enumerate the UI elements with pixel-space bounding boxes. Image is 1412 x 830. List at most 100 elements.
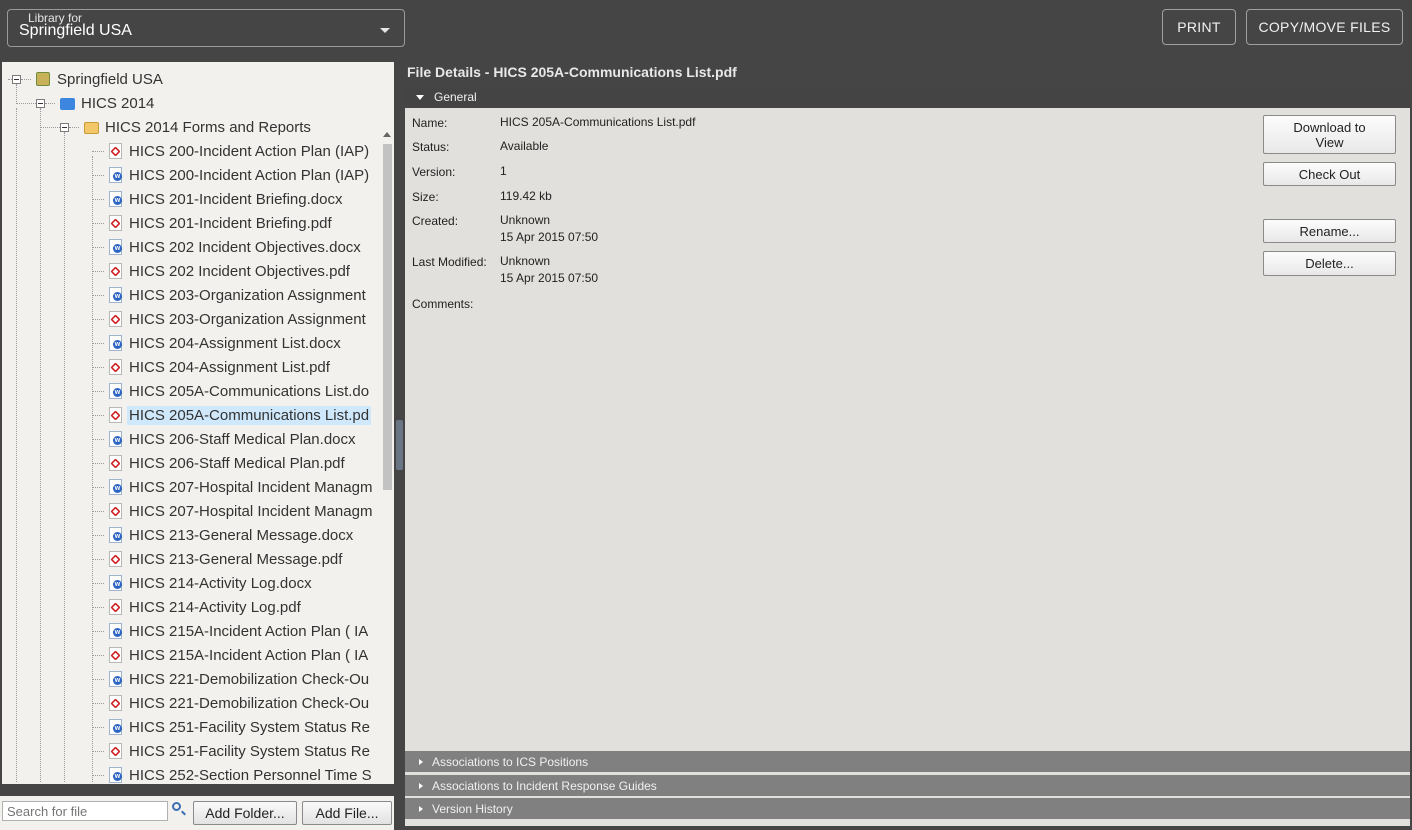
tree-connector [92,319,104,320]
tree-connector [92,367,104,368]
tree-file-item[interactable]: HICS 213-General Message.pdf [127,548,344,570]
rename-button[interactable]: Rename... [1263,219,1396,243]
tree-file-item[interactable]: HICS 202 Incident Objectives.docx [127,236,363,258]
status-value: Available [500,139,549,153]
tree-connector [92,679,104,680]
tree-file-item[interactable]: HICS 251-Facility System Status Re [127,716,372,738]
file-tree: Springfield USA HICS 2014 HICS 2014 Form… [2,62,394,784]
tree-file-item[interactable]: HICS 200-Incident Action Plan (IAP) [127,140,371,162]
tree-file-item[interactable]: HICS 252-Section Personnel Time S [127,764,374,784]
tree-file-label: HICS 206-Staff Medical Plan.docx [129,430,356,448]
tree-file-item[interactable]: HICS 203-Organization Assignment [127,308,368,330]
pdf-file-icon [109,455,122,471]
section-version-history-header[interactable]: Version History [405,798,1410,819]
tree-file-item[interactable]: HICS 206-Staff Medical Plan.pdf [127,452,347,474]
scrollbar-thumb[interactable] [383,144,392,490]
tree-file-label: HICS 205A-Communications List.do [129,382,370,400]
version-value: 1 [500,164,507,178]
tree-connector [45,103,55,104]
panel-splitter[interactable] [396,420,403,470]
tree-file-item[interactable]: HICS 207-Hospital Incident Managm [127,476,374,498]
tree-file-item[interactable]: HICS 202 Incident Objectives.pdf [127,260,352,282]
section-response-guides-label: Associations to Incident Response Guides [432,778,657,793]
tree-connector [69,127,79,128]
status-label: Status: [412,140,450,154]
tree-connector [92,295,104,296]
tree-connector [92,631,104,632]
tree-file-item[interactable]: HICS 205A-Communications List.do [127,380,371,402]
tree-file-label: HICS 204-Assignment List.pdf [129,358,330,376]
section-general-label: General [434,90,477,104]
tree-file-item[interactable]: HICS 200-Incident Action Plan (IAP) [127,164,371,186]
word-file-icon [109,623,122,639]
tree-file-label: HICS 203-Organization Assignment [129,286,366,304]
word-file-icon [109,479,122,495]
tree-file-label: HICS 214-Activity Log.pdf [129,598,301,616]
tree-file-item[interactable]: HICS 201-Incident Briefing.pdf [127,212,334,234]
download-to-view-button[interactable]: Download to View [1263,115,1396,154]
delete-button[interactable]: Delete... [1263,251,1396,276]
scroll-up-icon[interactable] [383,132,391,137]
tree-folder-hics-2014[interactable]: HICS 2014 [79,92,156,114]
tree-file-label: HICS 215A-Incident Action Plan ( IA [129,622,369,640]
pdf-file-icon [109,263,122,279]
tree-file-item[interactable]: HICS 215A-Incident Action Plan ( IA [127,644,370,666]
tree-file-item[interactable]: HICS 206-Staff Medical Plan.docx [127,428,358,450]
tree-actions-bar: Add Folder... Add File... [0,796,394,830]
collapse-toggle[interactable] [36,99,45,108]
vertical-scrollbar[interactable] [382,128,392,784]
tree-file-item[interactable]: HICS 203-Organization Assignment [127,284,368,306]
collapse-toggle[interactable] [60,123,69,132]
tree-connector [92,439,104,440]
word-file-icon [109,527,122,543]
tree-file-item[interactable]: HICS 205A-Communications List.pd [127,404,372,426]
tree-connector [92,511,104,512]
created-by-value: Unknown [500,213,551,227]
tree-file-label: HICS 213-General Message.pdf [129,550,343,568]
tree-file-label: HICS 205A-Communications List.pd [127,405,372,425]
tree-file-item[interactable]: HICS 201-Incident Briefing.docx [127,188,344,210]
tree-root[interactable]: Springfield USA [55,68,165,90]
add-file-button[interactable]: Add File... [302,801,392,825]
check-out-button[interactable]: Check Out [1263,162,1396,186]
tree-connector [92,223,104,224]
tree-file-label: HICS 252-Section Personnel Time S [129,766,372,784]
tree-connector [16,108,17,782]
section-response-guides-header[interactable]: Associations to Incident Response Guides [405,775,1410,796]
section-general-header[interactable]: General [405,86,1410,108]
word-file-icon [109,167,122,183]
tree-file-label: HICS 213-General Message.docx [129,526,354,544]
details-title: File Details - HICS 205A-Communications … [407,64,737,80]
tree-file-label: HICS 251-Facility System Status Re [129,718,370,736]
section-ics-positions-header[interactable]: Associations to ICS Positions [405,751,1410,772]
collapsed-triangle-icon [419,805,423,812]
tree-file-item[interactable]: HICS 204-Assignment List.pdf [127,356,332,378]
last-modified-label: Last Modified: [412,255,487,269]
search-input[interactable] [2,801,168,821]
tree-folder-forms-reports[interactable]: HICS 2014 Forms and Reports [103,116,313,138]
tree-file-label: HICS 207-Hospital Incident Managm [129,502,373,520]
copy-move-files-button[interactable]: COPY/MOVE FILES [1246,9,1403,45]
library-select[interactable]: Library for Springfield USA [7,9,405,47]
tree-file-label: HICS 202 Incident Objectives.docx [129,238,361,256]
tree-file-item[interactable]: HICS 214-Activity Log.pdf [127,596,303,618]
tree-file-item[interactable]: HICS 221-Demobilization Check-Ou [127,668,371,690]
search-icon[interactable] [172,802,181,811]
tree-file-label: HICS 251-Facility System Status Re [129,742,370,760]
pdf-file-icon [109,359,122,375]
pdf-file-icon [109,551,122,567]
collapse-toggle[interactable] [12,75,21,84]
tree-file-item[interactable]: HICS 207-Hospital Incident Managm [127,500,374,522]
version-label: Version: [412,165,456,179]
print-button[interactable]: PRINT [1162,9,1236,45]
tree-file-item[interactable]: HICS 204-Assignment List.docx [127,332,343,354]
tree-file-item[interactable]: HICS 221-Demobilization Check-Ou [127,692,371,714]
tree-connector [92,175,104,176]
tree-file-item[interactable]: HICS 213-General Message.docx [127,524,355,546]
open-folder-icon [84,122,99,134]
tree-connector [16,103,36,104]
tree-file-item[interactable]: HICS 251-Facility System Status Re [127,740,372,762]
add-folder-button[interactable]: Add Folder... [193,801,297,825]
tree-file-item[interactable]: HICS 215A-Incident Action Plan ( IA [127,620,370,642]
tree-file-item[interactable]: HICS 214-Activity Log.docx [127,572,314,594]
